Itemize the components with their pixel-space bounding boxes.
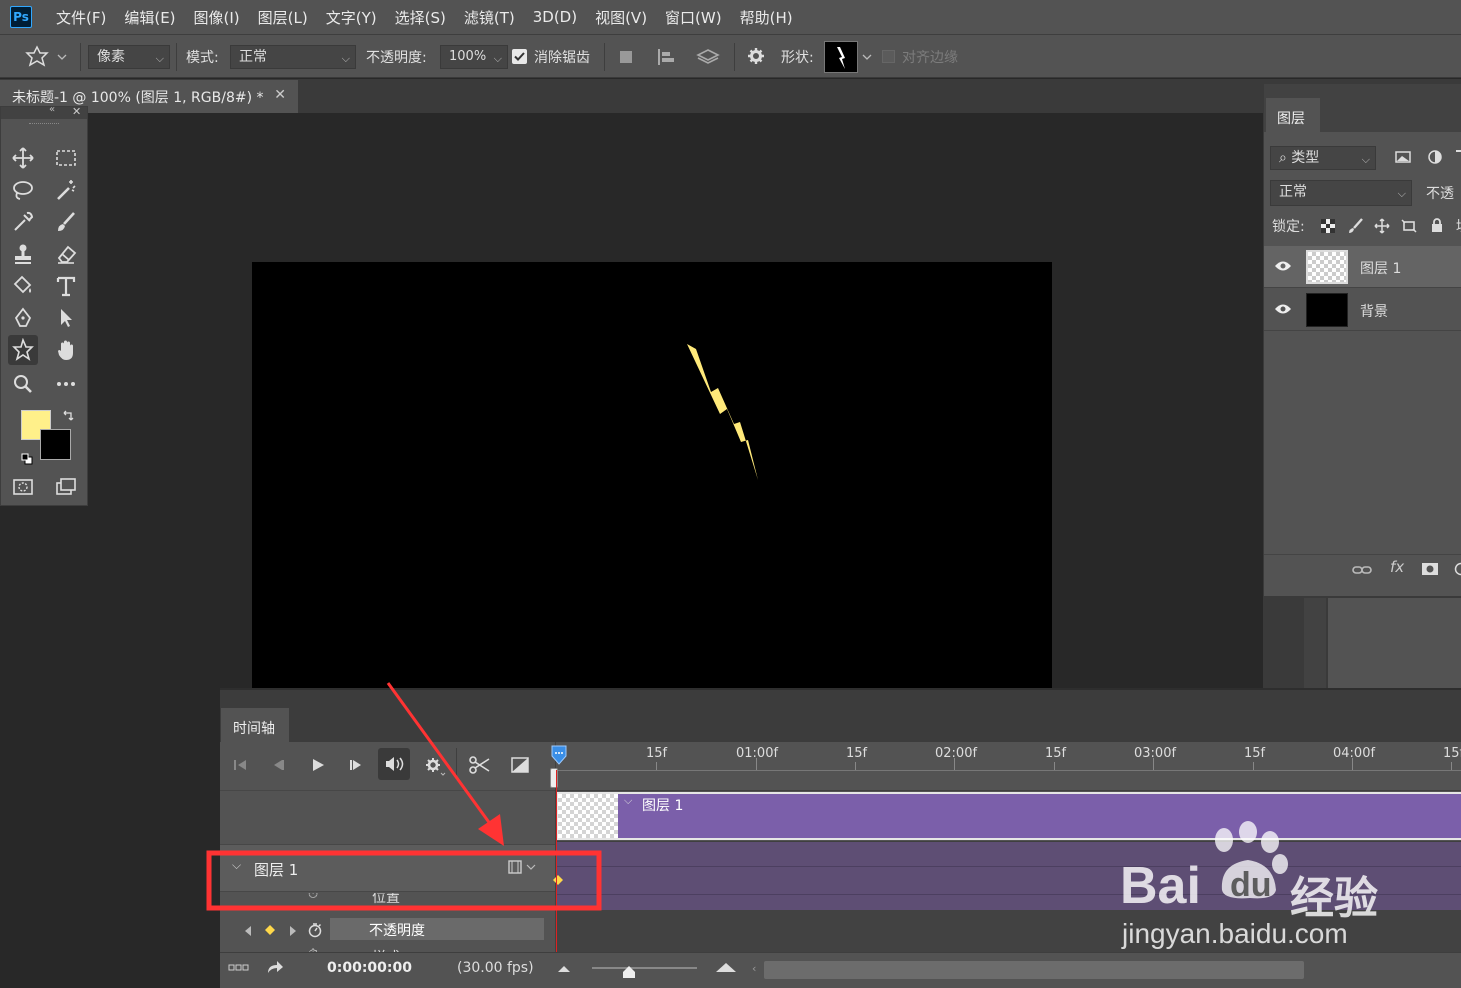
watermark-brand: Bai bbox=[1120, 856, 1201, 916]
watermark-url: jingyan.baidu.com bbox=[1122, 918, 1348, 950]
watermark-brand-du: du bbox=[1230, 866, 1272, 905]
annotation-arrowhead bbox=[478, 814, 504, 846]
baidu-jingyan-watermark: Bai du 经验 jingyan.baidu.com bbox=[1120, 820, 1420, 960]
annotation-highlight-box bbox=[209, 853, 599, 908]
annotation-arrow-line bbox=[388, 683, 496, 832]
watermark-brand-cn: 经验 bbox=[1290, 862, 1378, 926]
